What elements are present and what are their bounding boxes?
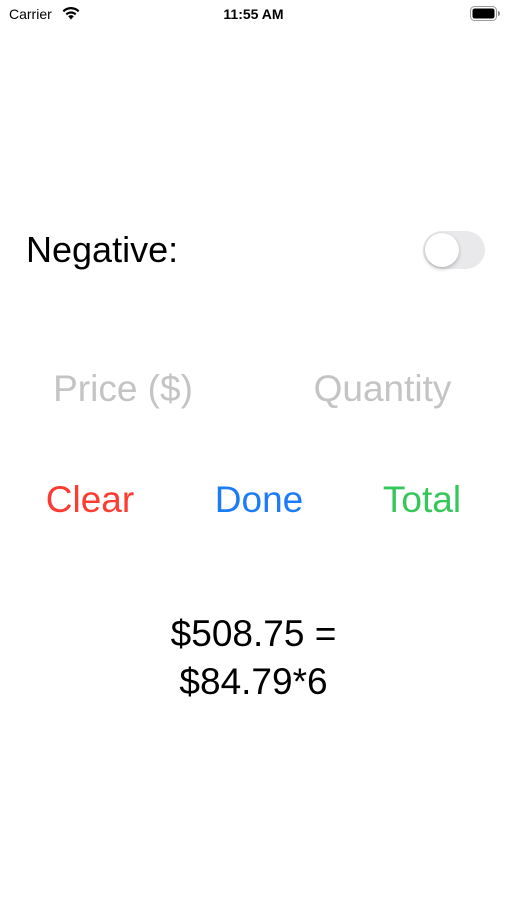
result-line-formula: $84.79*6 (179, 661, 328, 702)
status-bar: Carrier 11:55 AM (0, 0, 507, 28)
battery-full-icon (470, 6, 500, 21)
negative-label: Negative: (26, 229, 179, 270)
total-button[interactable]: Total (366, 476, 478, 524)
done-button[interactable]: Done (200, 476, 318, 524)
price-input[interactable] (28, 364, 218, 414)
negative-toggle[interactable] (423, 231, 485, 269)
result-display: $508.75 = $84.79*6 (0, 610, 507, 706)
quantity-input[interactable] (290, 364, 475, 414)
clear-button[interactable]: Clear (30, 476, 150, 524)
result-line-total: $508.75 = (170, 613, 337, 654)
status-time: 11:55 AM (223, 6, 284, 22)
toggle-knob (425, 233, 459, 267)
